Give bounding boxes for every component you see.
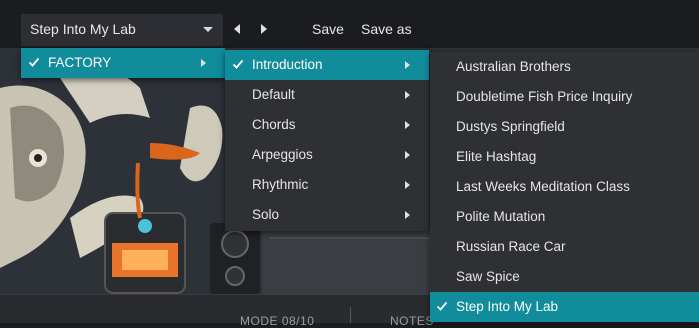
preset-item-label: Dustys Springfield [456,119,565,134]
next-preset-button[interactable] [257,21,271,37]
checkmark-icon [436,301,448,311]
submenu-arrow-icon [201,59,206,67]
preset-item-label: Doubletime Fish Price Inquiry [456,89,633,104]
submenu-arrow-icon [405,121,410,129]
save-button[interactable]: Save [312,21,344,37]
preset-item-label: Step Into My Lab [456,299,559,314]
checkmark-icon [232,59,244,69]
preset-item-label: Saw Spice [456,269,520,284]
preset-menu: Australian Brothers Doubletime Fish Pric… [430,52,699,322]
preset-item-label: Elite Hashtag [456,149,537,164]
preset-item[interactable]: Russian Race Car [430,232,699,262]
preset-item-label: Russian Race Car [456,239,566,254]
submenu-arrow-icon [405,151,410,159]
submenu-arrow-icon [405,61,410,69]
category-item-introduction[interactable]: Introduction [225,50,429,80]
preset-item-label: Australian Brothers [456,59,571,74]
chevron-down-icon [203,27,213,32]
category-menu: Introduction Default Chords Arpeggios Rh… [225,50,429,231]
submenu-arrow-icon [405,181,410,189]
bank-item-factory[interactable]: FACTORY [21,48,225,78]
preset-item-selected[interactable]: Step Into My Lab [430,292,699,322]
category-item-arpeggios[interactable]: Arpeggios [225,140,429,170]
preset-item-label: Polite Mutation [456,209,546,224]
category-item-label: Chords [252,117,296,132]
save-as-button[interactable]: Save as [361,21,412,37]
preset-item[interactable]: Polite Mutation [430,202,699,232]
submenu-arrow-icon [405,91,410,99]
notes-label: NOTES [390,314,434,328]
preset-item-label: Last Weeks Meditation Class [456,179,630,194]
category-item-default[interactable]: Default [225,80,429,110]
category-item-label: Rhythmic [252,177,309,192]
category-item-label: Default [252,87,295,102]
preset-name: Step Into My Lab [30,21,136,37]
arrow-left-icon [234,24,240,34]
preset-selector[interactable]: Step Into My Lab [21,14,223,46]
bottom-divider [350,307,351,323]
preset-item[interactable]: Dustys Springfield [430,112,699,142]
bank-item-label: FACTORY [48,55,112,70]
category-item-rhythmic[interactable]: Rhythmic [225,170,429,200]
submenu-arrow-icon [405,211,410,219]
category-item-solo[interactable]: Solo [225,200,429,230]
top-toolbar: Step Into My Lab Save Save as [0,0,699,48]
category-item-label: Introduction [252,57,323,72]
mode-indicator: MODE 08/10 [240,314,315,328]
previous-preset-button[interactable] [231,21,245,37]
checkmark-icon [28,57,40,67]
category-item-label: Arpeggios [252,147,313,162]
category-item-label: Solo [252,207,280,222]
preset-item[interactable]: Elite Hashtag [430,142,699,172]
preset-item[interactable]: Last Weeks Meditation Class [430,172,699,202]
preset-item[interactable]: Australian Brothers [430,52,699,82]
bank-menu: FACTORY [21,48,225,78]
preset-item[interactable]: Saw Spice [430,262,699,292]
category-item-chords[interactable]: Chords [225,110,429,140]
preset-item[interactable]: Doubletime Fish Price Inquiry [430,82,699,112]
arrow-right-icon [261,24,267,34]
